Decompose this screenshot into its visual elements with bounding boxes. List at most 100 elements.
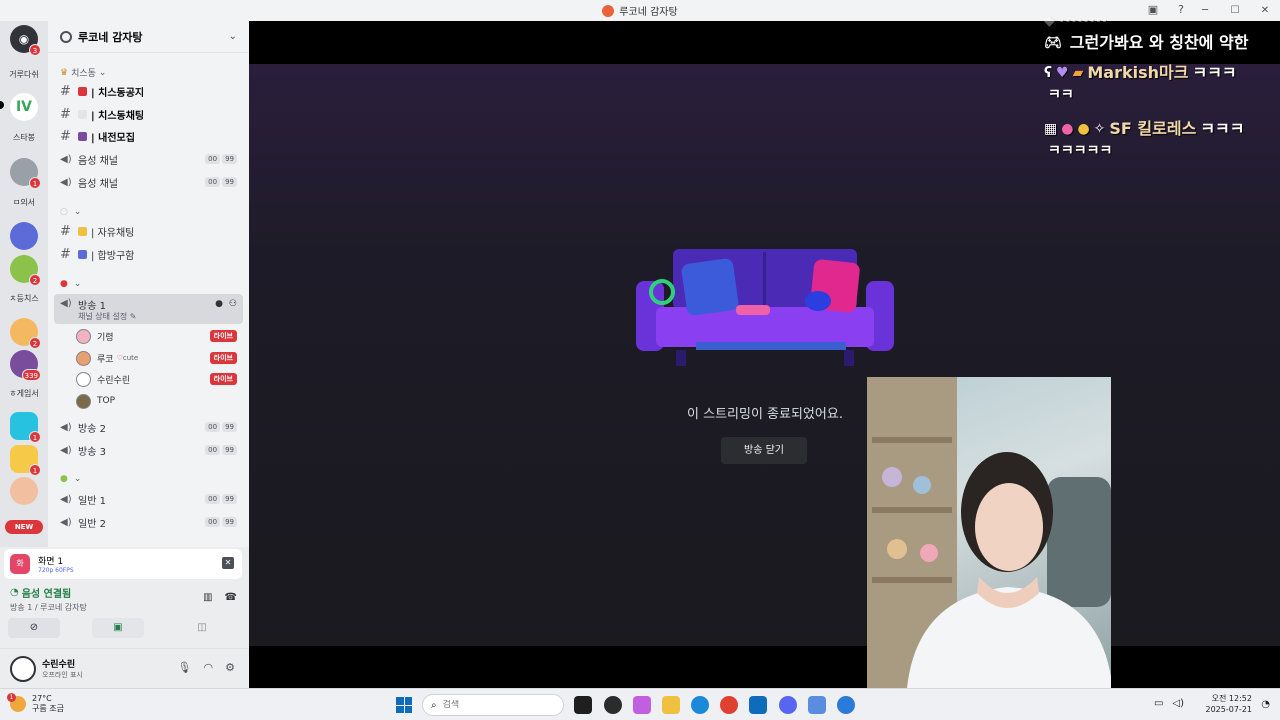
- invite-user-icon[interactable]: ⚇: [229, 299, 237, 309]
- category-header[interactable]: ● ⌄: [60, 279, 81, 289]
- channel-item[interactable]: # | 치스동채팅: [54, 104, 243, 124]
- voice-user[interactable]: 기령 라이브: [76, 326, 243, 346]
- screen-share-card[interactable]: 화 화면 1 720p 60FPS ✕: [4, 549, 242, 579]
- bear-icon: ʕ: [1044, 65, 1053, 81]
- voice-channel-item[interactable]: ◀) 일반 1 00 99: [54, 489, 243, 509]
- voice-user[interactable]: TOP: [76, 391, 243, 411]
- channel-item[interactable]: # | 자유채팅: [54, 221, 243, 241]
- server-icon[interactable]: 1: [10, 445, 41, 476]
- server-icon[interactable]: 2: [10, 318, 41, 349]
- speaker-icon: ◀): [60, 444, 72, 456]
- server-icon-iv[interactable]: IV: [10, 93, 38, 121]
- voice-channel-item[interactable]: ◀) 음성 채널 00 99: [54, 149, 243, 169]
- chat-message: ▦ ● ● ✧ SF 킬로레스 ㅋㅋㅋ: [1044, 119, 1245, 138]
- server-icon[interactable]: [10, 222, 38, 250]
- channel-sidebar: 루코네 감자탕 ⌄ ♛ 치스동 ⌄ # | 치스동공지 # | 치스동채팅 # …: [48, 21, 249, 547]
- server-icon[interactable]: 1: [10, 158, 41, 189]
- chat-bubble-icon[interactable]: ●: [215, 299, 223, 309]
- hash-icon: #: [60, 246, 71, 262]
- category-header[interactable]: ○ ⌄: [60, 207, 81, 217]
- app-icon[interactable]: [837, 696, 855, 714]
- voice-channel-item[interactable]: ◀) 음성 채널 00 99: [54, 172, 243, 192]
- noise-suppression-icon[interactable]: ▥: [203, 592, 212, 603]
- wand-icon: ✧: [1093, 121, 1106, 137]
- speaker-icon: ◀): [60, 493, 72, 505]
- server-icon[interactable]: [10, 477, 38, 505]
- channel-item[interactable]: # | 치스동공지: [54, 81, 243, 101]
- webcam-overlay: [867, 377, 1111, 688]
- start-button[interactable]: [396, 697, 412, 713]
- category-header[interactable]: ● ⌄: [60, 474, 81, 484]
- direct-messages-button[interactable]: ◉ 3: [10, 25, 41, 56]
- voice-channel-item[interactable]: ◀) 방송 2 00 99: [54, 417, 243, 437]
- discord-icon[interactable]: [779, 696, 797, 714]
- store-icon[interactable]: [749, 696, 767, 714]
- server-icon[interactable]: 2: [10, 255, 41, 286]
- speaker-icon: ◀): [60, 153, 72, 165]
- server-label[interactable]: 거루다쉬: [4, 69, 44, 80]
- server-label[interactable]: ㅁ의서: [4, 197, 44, 208]
- voice-user[interactable]: 수린수린 라이브: [76, 369, 243, 389]
- user-badge-icon: ◆: [1044, 13, 1055, 29]
- speaker-icon[interactable]: ◁): [1172, 698, 1184, 709]
- voice-panel: 화 화면 1 720p 60FPS ✕ ◔ 음성 연결됨 방송 1 / 루코네 감…: [0, 547, 312, 688]
- voice-channel-item[interactable]: ◀) 방송 3 00 99: [54, 440, 243, 460]
- server-header[interactable]: 루코네 감자탕 ⌄: [48, 21, 249, 53]
- channel-item[interactable]: # | 내전모집: [54, 126, 243, 146]
- chat-message-faded: ◆ ········: [1044, 11, 1108, 30]
- close-stream-button[interactable]: 방송 닫기: [721, 437, 807, 464]
- server-label[interactable]: ㅊ등치스: [4, 293, 44, 304]
- chevron-down-icon: ⌄: [98, 67, 107, 78]
- disconnect-icon[interactable]: ☎: [225, 592, 237, 603]
- voice-user[interactable]: 루코 ♡cute 라이브: [76, 348, 243, 368]
- weather-widget[interactable]: 1 27°C 구름 조금: [7, 693, 64, 714]
- avatar[interactable]: [10, 655, 36, 682]
- channel-emoji-icon: [78, 131, 87, 141]
- headphones-icon[interactable]: ◠: [204, 661, 214, 674]
- server-label[interactable]: 스타봉: [4, 132, 44, 143]
- chat-message: ʕ ♥ ▰ Markish마크 ㅋㅋㅋ: [1044, 63, 1237, 82]
- discord-icon: ◉: [18, 32, 30, 46]
- search-input[interactable]: [442, 700, 523, 710]
- copilot-icon[interactable]: [633, 696, 651, 714]
- speaker-icon: ◀): [60, 298, 72, 309]
- new-badge: NEW: [5, 520, 43, 534]
- category-emoji-icon: ●: [60, 279, 68, 289]
- user-panel: 수린수린 오프라인 표시 🎙︎ ◠ ⚙: [0, 648, 249, 688]
- share-screen-button[interactable]: ▣: [92, 618, 144, 638]
- notepad-icon[interactable]: [808, 696, 826, 714]
- chrome-icon[interactable]: [720, 696, 738, 714]
- server-icon[interactable]: 339: [10, 350, 41, 381]
- voice-channel-item[interactable]: ◀) 일반 2 00 99: [54, 512, 243, 532]
- chevron-down-icon: ⌄: [73, 207, 82, 217]
- avatar: [76, 350, 91, 366]
- stop-share-button[interactable]: ✕: [222, 557, 234, 569]
- channel-status[interactable]: 채널 상태 설정 ✎: [78, 311, 137, 322]
- camera-off-button[interactable]: ⊘: [8, 618, 60, 638]
- channel-item[interactable]: # | 합방구함: [54, 244, 243, 264]
- category-header[interactable]: ♛ 치스동 ⌄: [60, 66, 107, 80]
- settings-gear-icon[interactable]: ⚙: [225, 661, 235, 674]
- avatar: [76, 393, 91, 409]
- server-settings-icon: [60, 30, 72, 43]
- avatar: [76, 371, 91, 387]
- user-badge-icon: ▦: [1044, 121, 1058, 137]
- edge-icon[interactable]: [691, 696, 709, 714]
- server-label[interactable]: ㅎ게임서: [4, 388, 44, 399]
- server-icon[interactable]: 1: [10, 412, 41, 443]
- activities-button[interactable]: ◫: [176, 618, 228, 638]
- hash-icon: #: [60, 106, 71, 122]
- network-icon[interactable]: ▭: [1154, 698, 1163, 709]
- user-info[interactable]: 수린수린 오프라인 표시: [42, 657, 83, 680]
- app-icon[interactable]: [604, 696, 622, 714]
- notification-icon[interactable]: ◔: [1261, 699, 1270, 710]
- chevron-down-icon: ⌄: [228, 31, 237, 42]
- chevron-down-icon: ⌄: [73, 279, 82, 289]
- file-explorer-icon[interactable]: [662, 696, 680, 714]
- taskbar-search[interactable]: ⌕: [422, 694, 564, 716]
- microphone-icon[interactable]: 🎙︎: [178, 661, 192, 674]
- active-voice-channel[interactable]: ◀) 방송 1 채널 상태 설정 ✎ ● ⚇: [54, 294, 243, 324]
- clock[interactable]: 오전 12:52 2025-07-21: [1206, 693, 1253, 715]
- gift-icon: ●: [1061, 121, 1074, 137]
- task-view-icon[interactable]: [574, 696, 592, 714]
